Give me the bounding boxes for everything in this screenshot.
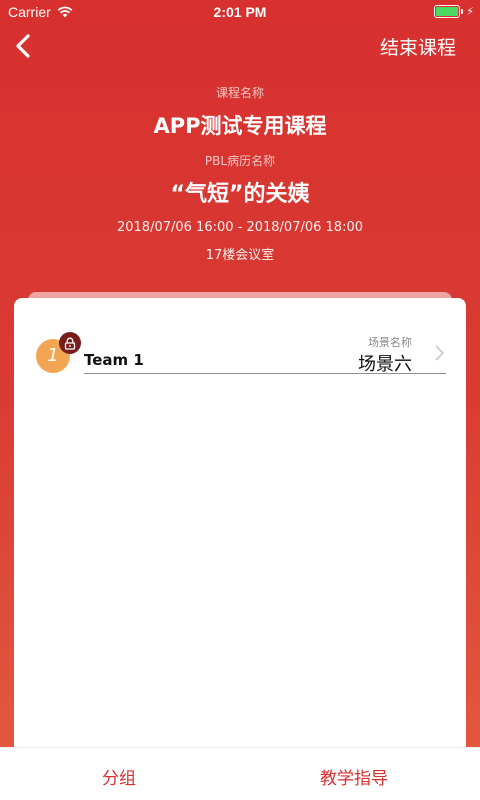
pbl-name: “气短”的关姨 (170, 182, 310, 207)
chevron-left-icon (16, 34, 30, 58)
pbl-name-label: PBL病历名称 (204, 154, 276, 168)
battery-icon (434, 5, 461, 18)
row-divider (84, 373, 446, 374)
team-row[interactable]: 1 Team 1 场景名称 场景六 (14, 298, 466, 388)
battery-nub (461, 9, 464, 14)
course-name-label: 课程名称 (215, 86, 264, 100)
course-time-range: 2018/07/06 16:00 - 2018/07/06 18:00 (116, 220, 363, 235)
bottom-tab-bar: 分组 教学指导 (0, 747, 480, 800)
tab-teaching-guide[interactable]: 教学指导 (320, 764, 388, 789)
team-name: Team 1 (84, 351, 144, 369)
status-time: 2:01 PM (213, 4, 267, 20)
course-name: APP测试专用课程 (153, 114, 327, 138)
lock-icon (64, 337, 76, 350)
scene-name-label: 场景名称 (368, 336, 412, 349)
tab-group[interactable]: 分组 (102, 764, 136, 789)
course-location: 17楼会议室 (205, 248, 275, 263)
status-bar: Carrier 2:01 PM ⚡ (0, 0, 480, 24)
team-list-card: 1 Team 1 场景名称 场景六 (14, 298, 466, 758)
chevron-right-icon (435, 345, 445, 361)
charging-icon: ⚡ (466, 5, 474, 18)
status-right: ⚡ (434, 5, 474, 18)
lock-badge (59, 332, 81, 354)
end-course-button[interactable]: 结束课程 (380, 33, 456, 60)
back-button[interactable] (10, 32, 38, 60)
